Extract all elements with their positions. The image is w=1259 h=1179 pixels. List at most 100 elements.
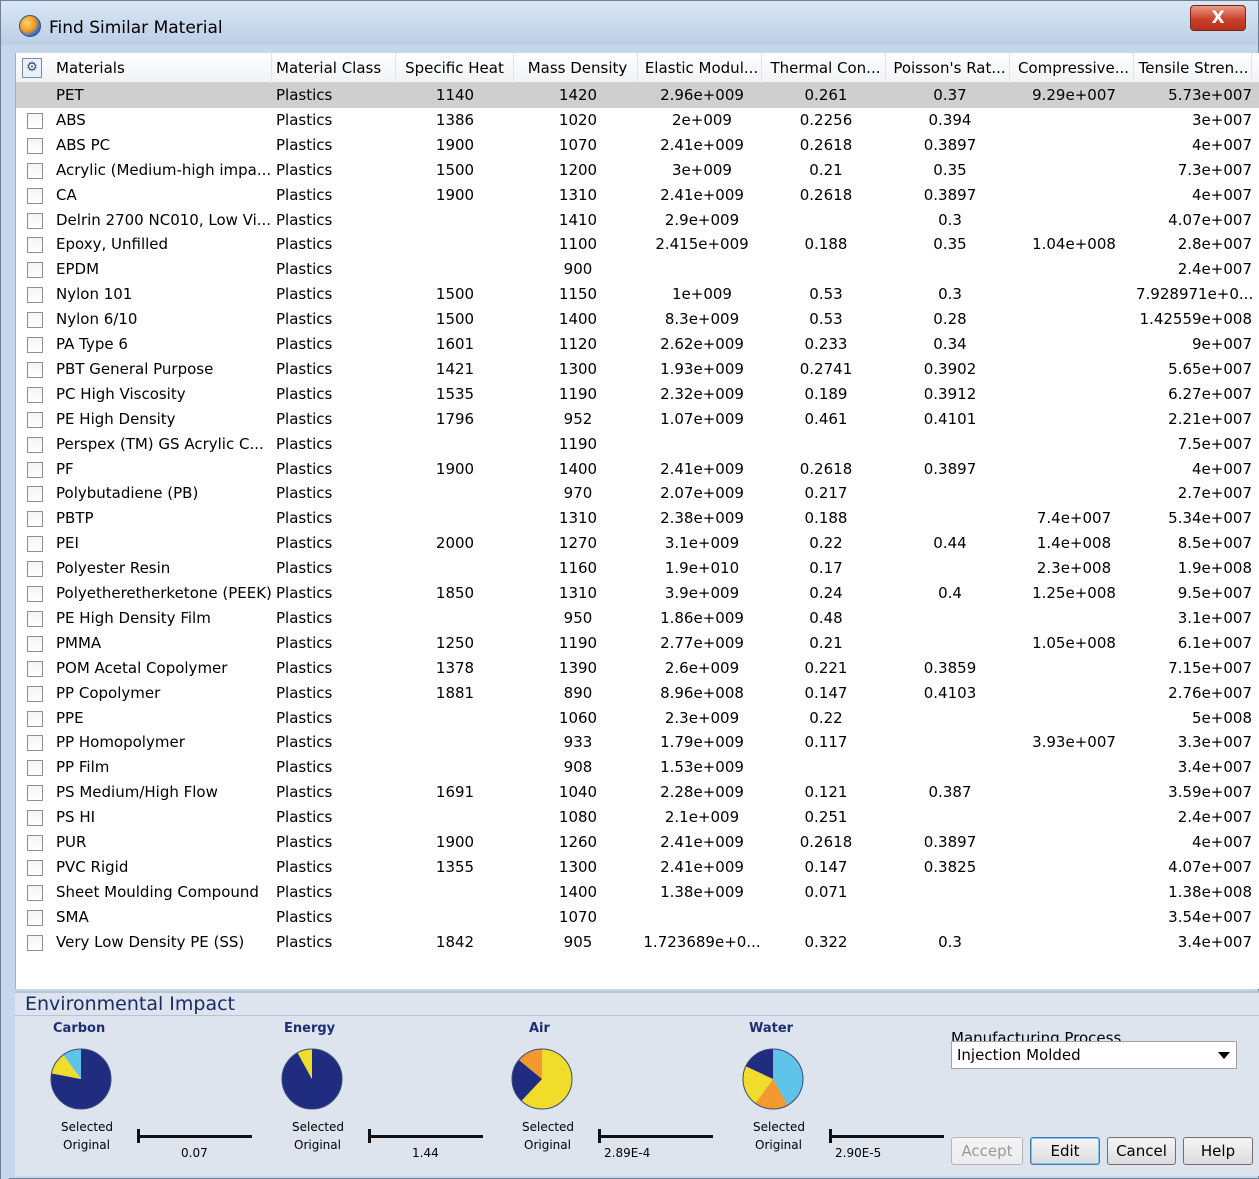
cell-sh <box>396 208 514 233</box>
cell-em: 2.9e+009 <box>664 210 740 229</box>
column-header-ts[interactable]: Tensile Stren... <box>1136 53 1252 83</box>
row-checkbox[interactable] <box>27 511 43 528</box>
row-checkbox[interactable] <box>27 735 43 752</box>
table-row[interactable]: Polyetheretherketone (PEEK) Plastics 1850 1… <box>16 581 1259 606</box>
table-row[interactable]: SMA Plastics 1070 3.54e+007 <box>16 905 1259 930</box>
cell-pr <box>890 880 1010 905</box>
table-row[interactable]: Acrylic (Medium-high impa... Plastics 1500… <box>16 158 1259 183</box>
table-row[interactable]: PVC Rigid Plastics 1355 1300 2.41e+009 0.147 0… <box>16 855 1259 880</box>
row-checkbox[interactable] <box>27 287 43 304</box>
table-row[interactable]: PP Film Plastics 908 1.53e+009 3.4e+007 <box>16 755 1259 780</box>
table-row[interactable]: PPE Plastics 1060 2.3e+009 0.22 5e+008 <box>16 706 1259 731</box>
table-row[interactable]: PET Plastics 1140 1420 2.96e+009 0.261 0.37 9.2… <box>16 83 1259 108</box>
cell-md: 905 <box>563 932 593 951</box>
table-row[interactable]: PE High Density Film Plastics 950 1.86e+009… <box>16 606 1259 631</box>
column-header-name[interactable]: Materials <box>56 53 272 83</box>
cell-pr: 0.3902 <box>923 359 977 378</box>
accept-button[interactable]: Accept <box>951 1137 1023 1165</box>
row-checkbox[interactable] <box>27 262 43 279</box>
column-header-cs[interactable]: Compressive... <box>1014 53 1134 83</box>
column-header-tc[interactable]: Thermal Con... <box>766 53 886 83</box>
row-checkbox[interactable] <box>27 361 43 378</box>
table-row[interactable]: PEI Plastics 2000 1270 3.1e+009 0.22 0.44 1.4e+… <box>16 531 1259 556</box>
row-checkbox[interactable] <box>27 635 43 652</box>
row-checkbox[interactable] <box>27 561 43 578</box>
table-row[interactable]: Delrin 2700 NC010, Low Vi... Plastics 1410… <box>16 208 1259 233</box>
row-checkbox[interactable] <box>27 486 43 503</box>
column-header-em[interactable]: Elastic Modul... <box>642 53 762 83</box>
cell-ts: 6.1e+007 <box>1177 633 1252 652</box>
table-row[interactable]: ABS PC Plastics 1900 1070 2.41e+009 0.2618 0.3… <box>16 133 1259 158</box>
row-checkbox[interactable] <box>27 237 43 254</box>
chevron-down-icon[interactable] <box>1218 1052 1230 1059</box>
row-checkbox[interactable] <box>27 137 43 154</box>
table-row[interactable]: Nylon 6/10 Plastics 1500 1400 8.3e+009 0.53 0.… <box>16 307 1259 332</box>
table-row[interactable]: EPDM Plastics 900 2.4e+007 <box>16 257 1259 282</box>
table-row[interactable]: PS Medium/High Flow Plastics 1691 1040 2.28e… <box>16 780 1259 805</box>
table-row[interactable]: PBT General Purpose Plastics 1421 1300 1.93e… <box>16 357 1259 382</box>
cell-sh: 1850 <box>435 584 475 602</box>
table-row[interactable]: Perspex (TM) GS Acrylic C... Plastics 1190… <box>16 432 1259 457</box>
table-row[interactable]: PBTP Plastics 1310 2.38e+009 0.188 7.4e+007 5.… <box>16 506 1259 531</box>
cell-tc: 0.261 <box>804 86 848 104</box>
original-label: Original <box>755 1138 802 1152</box>
edit-button[interactable]: Edit <box>1030 1137 1100 1165</box>
table-row[interactable]: PA Type 6 Plastics 1601 1120 2.62e+009 0.233 0… <box>16 332 1259 357</box>
table-row[interactable]: PP Homopolymer Plastics 933 1.79e+009 0.117 3… <box>16 730 1259 755</box>
row-checkbox[interactable] <box>27 760 43 777</box>
row-checkbox[interactable] <box>27 436 43 453</box>
column-header-pr[interactable]: Poisson's Rat... <box>890 53 1010 83</box>
cell-cs: 9.29e+007 <box>1032 86 1116 104</box>
column-chooser-icon[interactable]: ⚙ <box>22 58 42 78</box>
table-row[interactable]: PC High Viscosity Plastics 1535 1190 2.32e+0… <box>16 382 1259 407</box>
cell-cls: Plastics <box>276 160 333 179</box>
row-checkbox[interactable] <box>27 187 43 204</box>
row-checkbox[interactable] <box>27 884 43 901</box>
table-row[interactable]: POM Acetal Copolymer Plastics 1378 1390 2.6e… <box>16 656 1259 681</box>
table-row[interactable]: PF Plastics 1900 1400 2.41e+009 0.2618 0.3897 4… <box>16 457 1259 482</box>
row-checkbox[interactable] <box>27 386 43 403</box>
column-header-sh[interactable]: Specific Heat <box>396 53 514 83</box>
row-checkbox[interactable] <box>27 586 43 602</box>
row-checkbox[interactable] <box>27 909 43 926</box>
table-row[interactable]: ABS Plastics 1386 1020 2e+009 0.2256 0.394 3e+0… <box>16 108 1259 133</box>
row-checkbox[interactable] <box>27 660 43 677</box>
row-checkbox[interactable] <box>27 859 43 876</box>
cell-name: PEI <box>56 534 79 553</box>
close-button[interactable]: X <box>1190 5 1246 31</box>
help-button[interactable]: Help <box>1183 1137 1253 1165</box>
row-checkbox[interactable] <box>27 785 43 802</box>
row-checkbox[interactable] <box>27 312 43 329</box>
table-row[interactable]: CA Plastics 1900 1310 2.41e+009 0.2618 0.3897 4… <box>16 183 1259 208</box>
row-checkbox[interactable] <box>27 810 43 827</box>
table-row[interactable]: PUR Plastics 1900 1260 2.41e+009 0.2618 0.3897… <box>16 830 1259 855</box>
column-header-md[interactable]: Mass Density <box>518 53 638 83</box>
table-row[interactable]: Epoxy, Unfilled Plastics 1100 2.415e+009 0.1… <box>16 232 1259 257</box>
row-checkbox[interactable] <box>27 461 43 478</box>
table-row[interactable]: PE High Density Plastics 1796 952 1.07e+009 0… <box>16 407 1259 432</box>
cell-pr: 0.3825 <box>923 857 977 876</box>
row-checkbox[interactable] <box>27 411 43 428</box>
table-row[interactable]: Polyester Resin Plastics 1160 1.9e+010 0.17 2… <box>16 556 1259 581</box>
table-row[interactable]: Nylon 101 Plastics 1500 1150 1e+009 0.53 0.3 7.… <box>16 282 1259 307</box>
row-checkbox[interactable] <box>27 162 43 179</box>
table-row[interactable]: PS HI Plastics 1080 2.1e+009 0.251 2.4e+007 <box>16 805 1259 830</box>
column-header-cls[interactable]: Material Class <box>276 53 396 83</box>
cell-pr: 0.3897 <box>923 135 977 154</box>
table-row[interactable]: Sheet Moulding Compound Plastics 1400 1.38e… <box>16 880 1259 905</box>
row-checkbox[interactable] <box>27 212 43 229</box>
row-checkbox[interactable] <box>27 536 43 553</box>
table-row[interactable]: Very Low Density PE (SS) Plastics 1842 905 1… <box>16 930 1259 955</box>
row-checkbox[interactable] <box>27 610 43 627</box>
row-checkbox[interactable] <box>27 685 43 702</box>
table-row[interactable]: PP Copolymer Plastics 1881 890 8.96e+008 0.14… <box>16 681 1259 706</box>
row-checkbox[interactable] <box>27 337 43 353</box>
manufacturing-process-select[interactable]: Injection Molded <box>951 1041 1237 1069</box>
table-row[interactable]: Polybutadiene (PB) Plastics 970 2.07e+009 0.… <box>16 481 1259 506</box>
row-checkbox[interactable] <box>27 835 43 851</box>
row-checkbox[interactable] <box>27 112 43 129</box>
table-row[interactable]: PMMA Plastics 1250 1190 2.77e+009 0.21 1.05e+0… <box>16 631 1259 656</box>
row-checkbox[interactable] <box>27 934 43 951</box>
cancel-button[interactable]: Cancel <box>1107 1137 1176 1165</box>
row-checkbox[interactable] <box>27 710 43 727</box>
